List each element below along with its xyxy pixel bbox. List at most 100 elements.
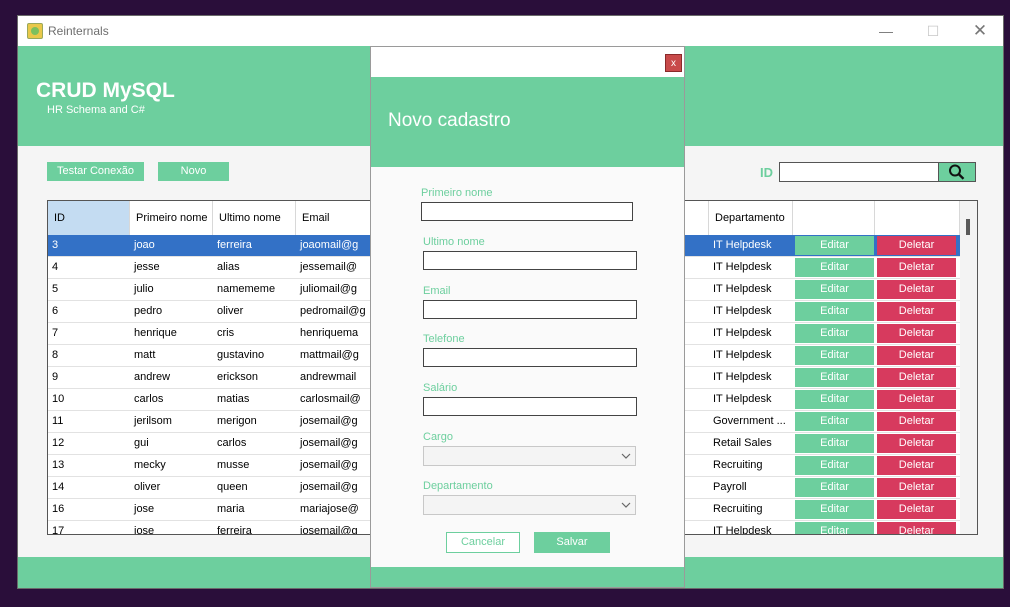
email-input[interactable] — [423, 300, 637, 319]
column-header-id[interactable]: ID — [48, 201, 130, 235]
row-id-cell[interactable]: 10 — [48, 389, 130, 410]
row-first-name-cell[interactable]: matt — [130, 345, 213, 366]
row-department-cell[interactable]: Retail Sales — [709, 433, 793, 454]
row-email-cell[interactable]: juliomail@g — [296, 279, 366, 300]
row-email-cell[interactable]: henriquema — [296, 323, 366, 344]
row-id-cell[interactable]: 7 — [48, 323, 130, 344]
row-id-cell[interactable]: 4 — [48, 257, 130, 278]
delete-button[interactable]: Deletar — [877, 390, 956, 409]
row-first-name-cell[interactable]: gui — [130, 433, 213, 454]
row-id-cell[interactable]: 14 — [48, 477, 130, 498]
delete-button[interactable]: Deletar — [877, 522, 956, 534]
row-id-cell[interactable]: 13 — [48, 455, 130, 476]
row-department-cell[interactable]: Government ... — [709, 411, 793, 432]
cancel-button[interactable]: Cancelar — [446, 532, 520, 553]
row-last-name-cell[interactable]: maria — [213, 499, 296, 520]
row-email-cell[interactable]: andrewmail — [296, 367, 366, 388]
delete-button[interactable]: Deletar — [877, 324, 956, 343]
last-name-input[interactable] — [423, 251, 637, 270]
column-header-department[interactable]: Departamento — [709, 201, 793, 235]
delete-button[interactable]: Deletar — [877, 434, 956, 453]
row-email-cell[interactable]: josemail@g — [296, 477, 366, 498]
row-first-name-cell[interactable]: jose — [130, 499, 213, 520]
row-first-name-cell[interactable]: henrique — [130, 323, 213, 344]
row-department-cell[interactable]: Recruiting — [709, 455, 793, 476]
delete-button[interactable]: Deletar — [877, 258, 956, 277]
test-connection-button[interactable]: Testar Conexão — [47, 162, 144, 181]
first-name-input[interactable] — [421, 202, 633, 221]
search-button[interactable] — [938, 162, 976, 182]
vertical-scrollbar[interactable] — [960, 201, 977, 534]
row-email-cell[interactable]: josemail@g — [296, 521, 366, 534]
row-first-name-cell[interactable]: andrew — [130, 367, 213, 388]
close-window-button[interactable]: ✕ — [957, 16, 1003, 46]
row-id-cell[interactable]: 11 — [48, 411, 130, 432]
edit-button[interactable]: Editar — [795, 390, 874, 409]
edit-button[interactable]: Editar — [795, 434, 874, 453]
row-last-name-cell[interactable]: queen — [213, 477, 296, 498]
row-last-name-cell[interactable]: erickson — [213, 367, 296, 388]
phone-input[interactable] — [423, 348, 637, 367]
row-department-cell[interactable]: IT Helpdesk — [709, 389, 793, 410]
edit-button[interactable]: Editar — [795, 346, 874, 365]
row-department-cell[interactable]: IT Helpdesk — [709, 235, 793, 256]
row-last-name-cell[interactable]: matias — [213, 389, 296, 410]
edit-button[interactable]: Editar — [795, 324, 874, 343]
row-id-cell[interactable]: 8 — [48, 345, 130, 366]
edit-button[interactable]: Editar — [795, 236, 874, 255]
delete-button[interactable]: Deletar — [877, 478, 956, 497]
row-last-name-cell[interactable]: namememe — [213, 279, 296, 300]
row-department-cell[interactable]: IT Helpdesk — [709, 521, 793, 534]
row-last-name-cell[interactable]: merigon — [213, 411, 296, 432]
row-department-cell[interactable]: IT Helpdesk — [709, 257, 793, 278]
edit-button[interactable]: Editar — [795, 368, 874, 387]
edit-button[interactable]: Editar — [795, 500, 874, 519]
row-first-name-cell[interactable]: carlos — [130, 389, 213, 410]
row-id-cell[interactable]: 5 — [48, 279, 130, 300]
row-first-name-cell[interactable]: oliver — [130, 477, 213, 498]
new-record-button[interactable]: Novo — [158, 162, 229, 181]
delete-button[interactable]: Deletar — [877, 412, 956, 431]
row-last-name-cell[interactable]: carlos — [213, 433, 296, 454]
title-bar[interactable]: Reinternals — ☐ ✕ — [18, 16, 1003, 46]
row-id-cell[interactable]: 9 — [48, 367, 130, 388]
edit-button[interactable]: Editar — [795, 302, 874, 321]
row-email-cell[interactable]: carlosmail@ — [296, 389, 366, 410]
row-last-name-cell[interactable]: ferreira — [213, 235, 296, 256]
row-email-cell[interactable]: joaomail@g — [296, 235, 366, 256]
row-id-cell[interactable]: 3 — [48, 235, 130, 256]
row-first-name-cell[interactable]: jose — [130, 521, 213, 534]
row-department-cell[interactable]: IT Helpdesk — [709, 345, 793, 366]
row-first-name-cell[interactable]: joao — [130, 235, 213, 256]
row-department-cell[interactable]: IT Helpdesk — [709, 323, 793, 344]
row-email-cell[interactable]: josemail@g — [296, 411, 366, 432]
dialog-title-bar[interactable]: x — [371, 47, 684, 77]
row-last-name-cell[interactable]: alias — [213, 257, 296, 278]
edit-button[interactable]: Editar — [795, 456, 874, 475]
row-first-name-cell[interactable]: pedro — [130, 301, 213, 322]
column-header-first-name[interactable]: Primeiro nome — [130, 201, 213, 235]
row-first-name-cell[interactable]: jerilsom — [130, 411, 213, 432]
row-id-cell[interactable]: 17 — [48, 521, 130, 534]
edit-button[interactable]: Editar — [795, 522, 874, 534]
column-header-edit[interactable] — [793, 201, 875, 235]
delete-button[interactable]: Deletar — [877, 500, 956, 519]
row-email-cell[interactable]: mariajose@ — [296, 499, 366, 520]
delete-button[interactable]: Deletar — [877, 236, 956, 255]
column-header-last-name[interactable]: Ultimo nome — [213, 201, 296, 235]
maximize-button[interactable]: ☐ — [910, 16, 956, 46]
row-email-cell[interactable]: jessemail@ — [296, 257, 366, 278]
column-header-delete[interactable] — [875, 201, 960, 235]
row-email-cell[interactable]: pedromail@g — [296, 301, 366, 322]
row-department-cell[interactable]: Recruiting — [709, 499, 793, 520]
row-department-cell[interactable]: IT Helpdesk — [709, 279, 793, 300]
row-department-cell[interactable]: Payroll — [709, 477, 793, 498]
row-email-cell[interactable]: josemail@g — [296, 455, 366, 476]
delete-button[interactable]: Deletar — [877, 346, 956, 365]
row-last-name-cell[interactable]: musse — [213, 455, 296, 476]
delete-button[interactable]: Deletar — [877, 456, 956, 475]
row-id-cell[interactable]: 16 — [48, 499, 130, 520]
row-first-name-cell[interactable]: julio — [130, 279, 213, 300]
row-last-name-cell[interactable]: oliver — [213, 301, 296, 322]
row-email-cell[interactable]: mattmail@g — [296, 345, 366, 366]
